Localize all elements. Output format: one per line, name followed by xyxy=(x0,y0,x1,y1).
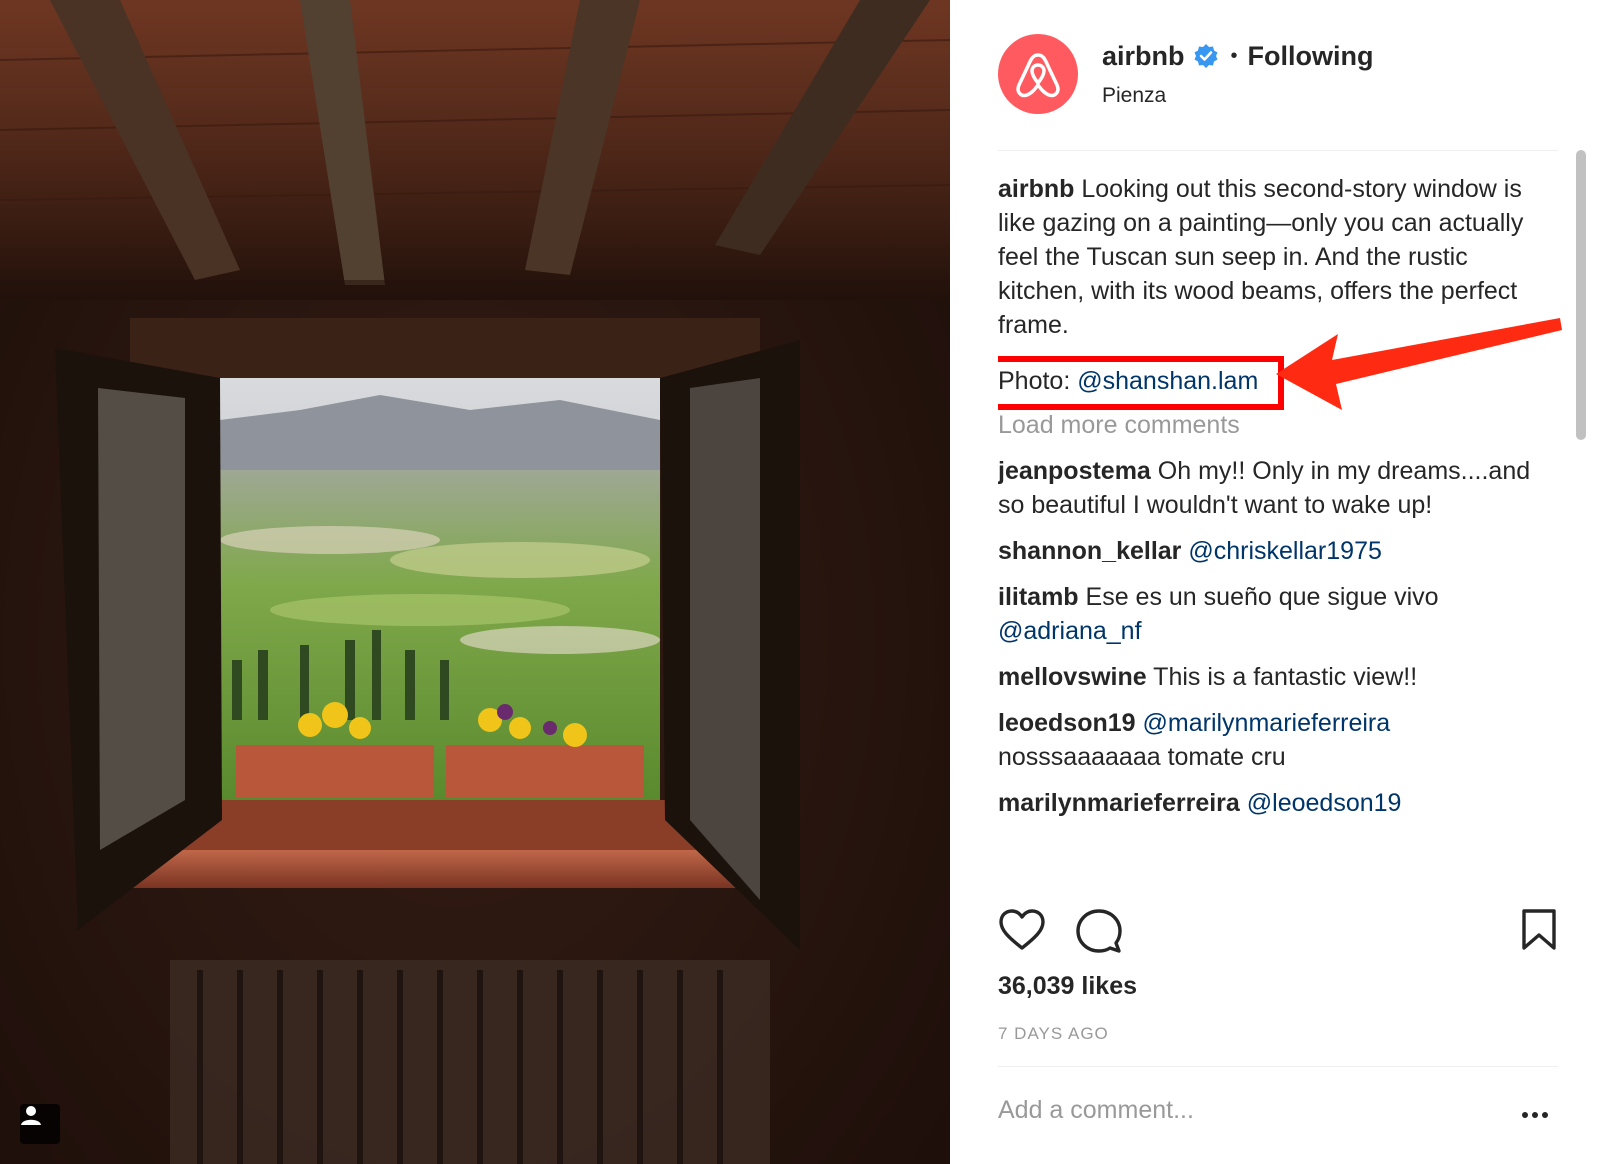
comment-mention[interactable]: @chriskellar1975 xyxy=(1188,537,1382,565)
comment-mention[interactable]: @adriana_nf xyxy=(998,617,1142,645)
post-timestamp: 7 DAYS AGO xyxy=(998,1024,1109,1043)
annotation-highlight-box xyxy=(998,356,1285,410)
annotation-arrow xyxy=(1276,318,1562,410)
comment-text: nosssaaaaaaa tomate cru xyxy=(998,743,1286,771)
user-tag-icon xyxy=(21,1106,41,1125)
post-photo-illustration xyxy=(0,0,950,1164)
user-tag-button[interactable] xyxy=(20,1104,60,1144)
scrollbar-thumb[interactable] xyxy=(1576,150,1586,440)
post-photo[interactable] xyxy=(0,0,950,1164)
action-bar xyxy=(998,908,1558,964)
bookmark-icon xyxy=(1522,909,1556,950)
like-button[interactable] xyxy=(998,908,1046,957)
comment-username[interactable]: marilynmarieferreira xyxy=(998,789,1240,817)
comment-item: mellovswine This is a fantastic view!! xyxy=(998,660,1558,694)
header-separator: • xyxy=(1230,44,1238,67)
photo-credit: Photo: @shanshan.lam xyxy=(998,356,1285,410)
avatar[interactable] xyxy=(998,34,1078,114)
comment-item: marilynmarieferreira @leoedson19 xyxy=(998,786,1558,820)
more-dot xyxy=(1542,1112,1548,1118)
comment-username[interactable]: shannon_kellar xyxy=(998,537,1181,565)
comment-text: Ese es un sueño que sigue vivo xyxy=(1085,583,1439,611)
caption-username[interactable]: airbnb xyxy=(998,175,1074,203)
comment-item: ilitamb Ese es un sueño que sigue vivo @… xyxy=(998,580,1558,648)
airbnb-logo-icon xyxy=(1016,53,1060,98)
verified-badge-icon xyxy=(1193,43,1219,69)
comment-text: This is a fantastic view!! xyxy=(1153,663,1418,691)
comment-bubble-icon xyxy=(1076,909,1122,953)
header-title-row: airbnb • Following xyxy=(1102,41,1374,72)
comment-username[interactable]: mellovswine xyxy=(998,663,1147,691)
post-location[interactable]: Pienza xyxy=(1102,84,1374,108)
post-username[interactable]: airbnb xyxy=(1102,41,1185,72)
header-text: airbnb • Following Pienza xyxy=(1102,41,1374,108)
comment-item: shannon_kellar @chriskellar1975 xyxy=(998,534,1558,568)
comment-item: jeanpostema Oh my!! Only in my dreams...… xyxy=(998,454,1558,522)
comment-item: leoedson19 @marilynmarieferreira nosssaa… xyxy=(998,706,1558,774)
comment-mention[interactable]: @marilynmarieferreira xyxy=(1143,709,1391,737)
following-button[interactable]: Following xyxy=(1248,41,1374,72)
comment-divider xyxy=(998,1066,1558,1067)
header-divider xyxy=(998,150,1558,151)
comment-username[interactable]: jeanpostema xyxy=(998,457,1151,485)
comment-username[interactable]: leoedson19 xyxy=(998,709,1136,737)
heart-icon xyxy=(999,909,1045,950)
more-dot xyxy=(1532,1112,1538,1118)
save-button[interactable] xyxy=(1520,908,1558,957)
more-dot xyxy=(1522,1112,1528,1118)
comments-list[interactable]: airbnb Looking out this second-story win… xyxy=(998,168,1558,892)
add-comment-input[interactable]: Add a comment... xyxy=(998,1096,1194,1125)
comment-username[interactable]: ilitamb xyxy=(998,583,1079,611)
load-more-comments-button[interactable]: Load more comments xyxy=(998,408,1558,442)
comment-mention[interactable]: @leoedson19 xyxy=(1247,789,1402,817)
comments-scrollbar[interactable] xyxy=(1574,150,1588,870)
likes-count[interactable]: 36,039 likes xyxy=(998,972,1137,1001)
comment-button[interactable] xyxy=(1076,908,1122,959)
post-header: airbnb • Following Pienza xyxy=(998,34,1374,114)
post-side-panel: airbnb • Following Pienza airbnb Looking… xyxy=(950,0,1600,1164)
more-options-icon[interactable] xyxy=(1522,1112,1548,1118)
